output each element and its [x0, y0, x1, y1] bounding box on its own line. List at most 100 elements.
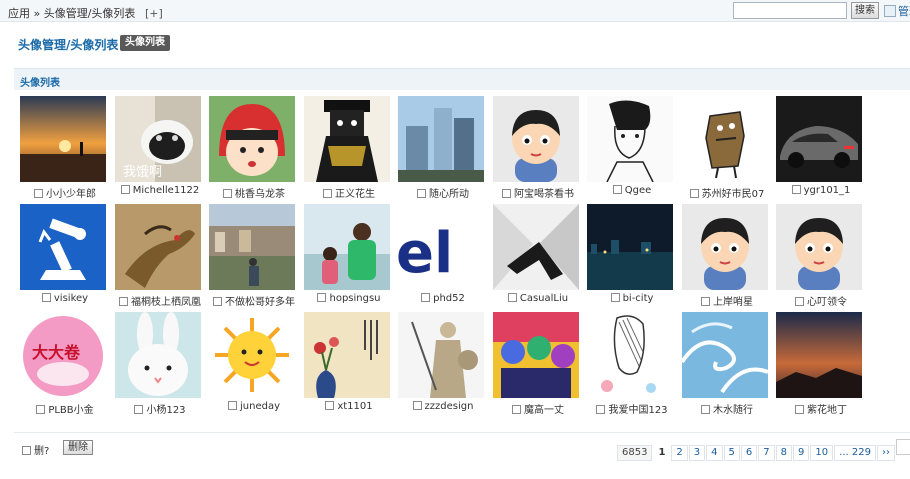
flower-vase-painting-icon[interactable] — [304, 312, 390, 398]
search-input[interactable] — [733, 2, 847, 19]
phoenix-painting-icon[interactable] — [115, 204, 201, 290]
avatar-tile[interactable]: 上岸哨星 — [680, 204, 770, 308]
avatar-select-checkbox[interactable] — [795, 405, 804, 414]
cake-cartoon-icon[interactable]: 大大卷 — [20, 312, 106, 398]
architecture-photo-icon[interactable] — [493, 204, 579, 290]
avatar-tile[interactable]: 阿宝喝茶看书 — [491, 96, 581, 200]
avatar-tile[interactable]: 心叮领令 — [774, 204, 864, 308]
cat-photo-icon[interactable]: 我饿啊 — [115, 96, 201, 182]
colorful-characters-icon[interactable] — [493, 312, 579, 398]
avatar-select-checkbox[interactable] — [228, 401, 237, 410]
avatar-select-checkbox[interactable] — [134, 405, 144, 414]
avatar-tile[interactable]: 我爱中国123 — [585, 312, 675, 416]
page-link[interactable]: 8 — [775, 445, 793, 461]
avatar-tile[interactable]: 我饿啊 Michelle1122 — [113, 96, 203, 200]
select-all-checkbox[interactable] — [22, 446, 31, 455]
avatar-tile[interactable]: 紫花地丁 — [774, 312, 864, 416]
page-link[interactable]: 4 — [706, 445, 723, 461]
page-link[interactable]: 10 — [810, 445, 834, 461]
robot-arm-logo-icon[interactable] — [20, 204, 106, 290]
avatar-select-checkbox[interactable] — [612, 185, 622, 194]
avatar-tile[interactable]: 大大卷 PLBB小金 — [18, 312, 108, 416]
avatar-tile[interactable]: el phd52 — [396, 204, 486, 308]
avatar-tile[interactable]: bi-city — [585, 204, 675, 308]
avatar-tile[interactable]: 桃香乌龙茶 — [207, 96, 297, 200]
avatar-select-checkbox[interactable] — [502, 189, 511, 198]
avatar-tile[interactable]: xt1101 — [302, 312, 392, 416]
avatar-select-checkbox[interactable] — [689, 189, 699, 198]
avatar-tile[interactable]: zzzdesign — [396, 312, 486, 416]
last-page-link[interactable]: ... 229 — [834, 445, 876, 461]
page-link[interactable]: 9 — [793, 445, 810, 461]
avatar-select-checkbox[interactable] — [325, 401, 335, 410]
avatar-select-checkbox[interactable] — [701, 405, 710, 414]
select-all[interactable]: 删? — [22, 442, 49, 457]
avatar-select-checkbox[interactable] — [412, 401, 422, 410]
page-title-badge[interactable]: 头像列表 — [120, 35, 170, 51]
avatar-tile[interactable]: CasualLiu — [491, 204, 581, 308]
avatar-select-checkbox[interactable] — [417, 189, 426, 198]
avatar-select-checkbox[interactable] — [596, 405, 606, 414]
skyscraper-photo-icon[interactable] — [398, 96, 484, 182]
avatar-select-checkbox[interactable] — [34, 189, 43, 198]
avatar-tile[interactable]: ygr101_1 — [774, 96, 864, 200]
avatar-select-checkbox[interactable] — [119, 297, 128, 306]
painted-sky-icon[interactable] — [776, 312, 862, 398]
monster-doodle-icon[interactable] — [682, 96, 768, 182]
avatar-select-checkbox[interactable] — [41, 293, 51, 302]
avatar-tile[interactable]: 小小少年郎 — [18, 96, 108, 200]
default-avatar-icon[interactable] — [493, 96, 579, 182]
sketch-portrait-icon[interactable] — [587, 96, 673, 182]
avatar-tile[interactable]: 魔高一丈 — [491, 312, 581, 416]
avatar-tile[interactable]: 随心所动 — [396, 96, 486, 200]
search-button[interactable]: 搜索 — [851, 2, 879, 19]
avatar-select-checkbox[interactable] — [610, 293, 620, 302]
white-rabbit-icon[interactable] — [115, 312, 201, 398]
wave-painting-icon[interactable] — [682, 312, 768, 398]
avatar-tile[interactable]: 小杨123 — [113, 312, 203, 416]
add-button[interactable]: [+] — [145, 7, 163, 20]
sun-cartoon-icon[interactable] — [209, 312, 295, 398]
avatar-tile[interactable]: 福桐枝上栖凤凰 — [113, 204, 203, 308]
default-avatar-icon[interactable] — [776, 204, 862, 290]
avatar-tile[interactable]: 正义花生 — [302, 96, 392, 200]
page-link[interactable]: 6 — [740, 445, 758, 461]
city-street-photo-icon[interactable] — [209, 204, 295, 290]
avatar-tile[interactable]: Qgee — [585, 96, 675, 200]
page-link[interactable]: 5 — [723, 445, 740, 461]
sports-car-icon[interactable] — [776, 96, 862, 182]
avatar-select-checkbox[interactable] — [317, 293, 327, 302]
avatar-tile[interactable]: juneday — [207, 312, 297, 416]
avatar-tile[interactable]: hopsingsu — [302, 204, 392, 308]
night-city-icon[interactable] — [587, 204, 673, 290]
statue-photo-icon[interactable] — [398, 312, 484, 398]
avatar-select-checkbox[interactable] — [36, 405, 46, 414]
cartoon-girl-icon[interactable] — [209, 96, 295, 182]
page-link[interactable]: 2 — [671, 445, 688, 461]
avatar-tile[interactable]: 不做松哥好多年 — [207, 204, 297, 308]
avatar-select-checkbox[interactable] — [120, 185, 130, 194]
avatar-select-checkbox[interactable] — [223, 189, 232, 198]
avatar-select-checkbox[interactable] — [507, 293, 517, 302]
avatar-select-checkbox[interactable] — [795, 297, 804, 306]
page-link[interactable]: 3 — [688, 445, 706, 461]
avatar-tile[interactable]: 苏州好市民07 — [680, 96, 770, 200]
avatar-select-checkbox[interactable] — [323, 189, 332, 198]
avatar-select-checkbox[interactable] — [791, 185, 801, 194]
avatar-tile[interactable]: visikey — [18, 204, 108, 308]
sunset-photo-icon[interactable] — [20, 96, 106, 182]
page-link[interactable]: 7 — [758, 445, 775, 461]
avatar-tile[interactable]: 木水随行 — [680, 312, 770, 416]
sketch-girl-icon[interactable] — [587, 312, 673, 398]
father-child-photo-icon[interactable] — [304, 204, 390, 290]
avatar-select-checkbox[interactable] — [701, 297, 710, 306]
page-jump-input[interactable] — [895, 439, 910, 455]
breadcrumb-text[interactable]: 应用 » 头像管理/头像列表 — [8, 7, 135, 20]
default-avatar-icon[interactable] — [682, 204, 768, 290]
avatar-select-checkbox[interactable] — [512, 405, 521, 414]
armor-figure-icon[interactable] — [304, 96, 390, 182]
next-page-button[interactable]: ›› — [876, 445, 895, 461]
admin-link[interactable]: 管理 — [884, 3, 910, 19]
avatar-select-checkbox[interactable] — [213, 297, 222, 306]
avatar-select-checkbox[interactable] — [421, 293, 431, 302]
